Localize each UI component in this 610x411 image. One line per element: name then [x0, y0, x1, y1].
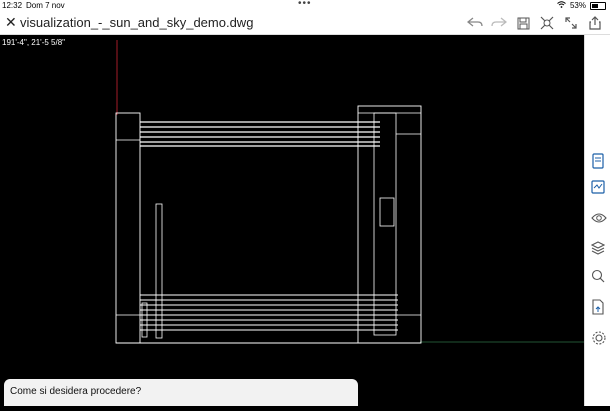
status-bar: 12:32 Dom 7 nov ••• 53% [0, 0, 610, 12]
wifi-icon [557, 1, 566, 10]
measure-icon[interactable] [591, 269, 607, 285]
trim-icon[interactable] [538, 14, 556, 32]
battery-percent: 53% [569, 1, 586, 10]
prompt-text: Come si desidera procedere? [10, 386, 142, 397]
markup-icon[interactable] [591, 180, 607, 196]
battery-icon [590, 1, 606, 10]
document-title: visualization_-_sun_and_sky_demo.dwg [20, 15, 254, 30]
status-right: 53% [557, 1, 606, 10]
properties-icon[interactable] [591, 153, 607, 169]
layers-icon[interactable] [590, 241, 607, 257]
redo-icon[interactable] [490, 14, 508, 32]
fullscreen-icon[interactable] [562, 14, 580, 32]
share-icon[interactable] [586, 14, 604, 32]
multitask-dots-icon[interactable]: ••• [298, 0, 312, 9]
export-icon[interactable] [591, 299, 607, 315]
status-date: Dom 7 nov [26, 1, 65, 10]
command-prompt[interactable]: Come si desidera procedere? [4, 379, 358, 406]
title-bar: ✕ visualization_-_sun_and_sky_demo.dwg [0, 12, 610, 35]
toolbar [466, 14, 604, 32]
save-icon[interactable] [514, 14, 532, 32]
undo-icon[interactable] [466, 14, 484, 32]
close-icon[interactable]: ✕ [5, 14, 17, 31]
cursor-coordinates: 191'-4", 21'-5 5/8" [2, 38, 65, 47]
drawing-canvas[interactable] [0, 35, 584, 406]
settings-icon[interactable] [591, 330, 607, 346]
view-icon[interactable] [591, 211, 607, 227]
drawing-viewport [115, 40, 584, 344]
status-time: 12:32 [2, 1, 23, 10]
right-toolbar [584, 35, 610, 406]
